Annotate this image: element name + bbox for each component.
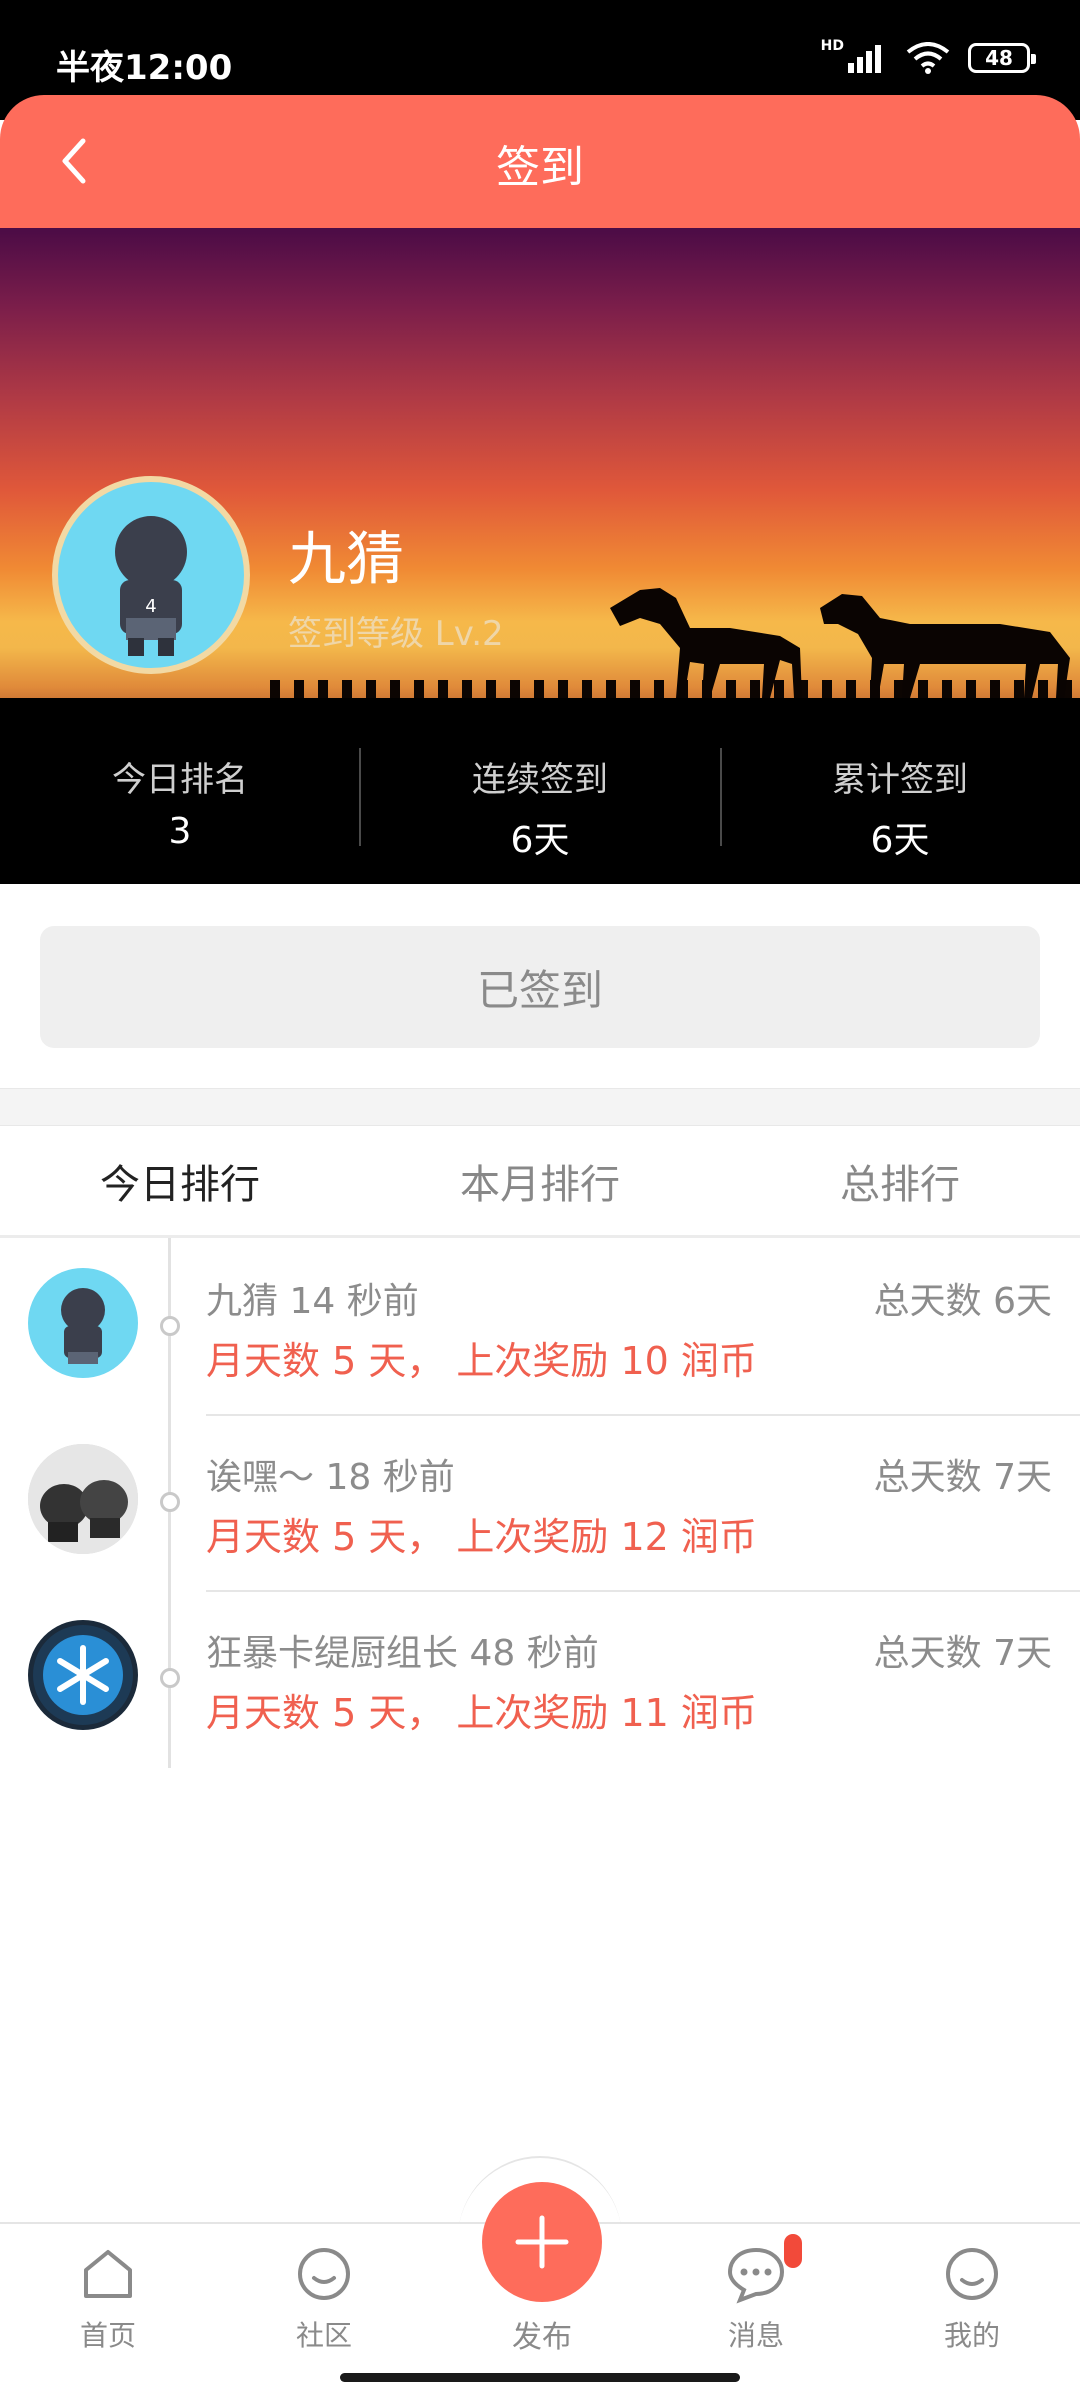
smile-icon [946, 2248, 998, 2300]
checkin-time: 48 秒前 [469, 1633, 599, 1674]
user-name: 九猜 [206, 1281, 279, 1322]
total-days: 总天数 7天 [873, 1457, 1052, 1498]
app-header: 签到 [0, 95, 1080, 228]
nav-label: 消息 [727, 2319, 784, 2352]
avatar[interactable] [28, 1268, 138, 1378]
user-name: 九猜 [288, 525, 405, 593]
stat-divider [359, 748, 361, 846]
svg-text:4: 4 [145, 596, 156, 617]
timeline-dot [160, 1492, 180, 1512]
row-header: 九猜 14 秒前 [206, 1272, 419, 1324]
row-header: 诶嘿～ 18 秒前 [206, 1448, 455, 1500]
user-avatar[interactable]: 4 [52, 476, 250, 674]
timeline-dot [160, 1668, 180, 1688]
boxing-gloves-icon [28, 1444, 138, 1554]
checkin-time: 14 秒前 [289, 1281, 419, 1322]
hd-label: HD [820, 38, 844, 54]
home-indicator[interactable] [340, 2373, 740, 2382]
ranking-tabs: 今日排行 本月排行 总排行 [0, 1126, 1080, 1238]
publish-button[interactable] [482, 2182, 602, 2302]
snowflake-badge-icon [33, 1625, 133, 1725]
status-time: 半夜12:00 [56, 48, 233, 88]
status-icons: HD 48 [821, 38, 1036, 74]
stats-bar: 今日排名 3 连续签到 6天 累计签到 6天 [0, 744, 1080, 884]
avatar[interactable] [28, 1620, 138, 1730]
avatar[interactable] [28, 1444, 138, 1554]
nav-community[interactable]: 社区 [244, 2244, 404, 2354]
list-item[interactable]: 九猜 14 秒前 总天数 6天 月天数 5 天， 上次奖励 10 润币 [0, 1240, 1080, 1416]
stat-divider [720, 748, 722, 846]
stat-value: 3 [168, 811, 192, 852]
stat-today-rank: 今日排名 3 [0, 744, 360, 884]
tab-today-ranking[interactable]: 今日排行 [0, 1126, 360, 1235]
tab-month-ranking[interactable]: 本月排行 [360, 1126, 720, 1235]
reward-detail: 月天数 5 天， 上次奖励 11 润币 [206, 1691, 757, 1735]
horses-silhouette [610, 588, 1070, 698]
tab-total-ranking[interactable]: 总排行 [720, 1126, 1080, 1235]
nav-label: 我的 [943, 2319, 1000, 2352]
reward-detail: 月天数 5 天， 上次奖励 12 润币 [206, 1515, 757, 1559]
nav-label: 首页 [79, 2319, 136, 2352]
reward-detail: 月天数 5 天， 上次奖励 10 润币 [206, 1339, 757, 1383]
stat-label: 今日排名 [112, 760, 248, 800]
chat-bubble-icon [298, 2248, 350, 2300]
timeline-dot [160, 1316, 180, 1336]
stat-label: 累计签到 [832, 760, 968, 800]
stat-consecutive: 连续签到 6天 [360, 744, 720, 884]
plus-icon [515, 2215, 569, 2269]
signal-icon [848, 45, 881, 73]
boy-avatar-icon [61, 1288, 105, 1364]
message-badge [784, 2234, 802, 2268]
total-days: 总天数 6天 [873, 1281, 1052, 1322]
checkin-time: 18 秒前 [325, 1457, 455, 1498]
section-separator [0, 1088, 1080, 1126]
stat-cumulative: 累计签到 6天 [720, 744, 1080, 884]
page-title: 签到 [496, 142, 584, 193]
home-icon [84, 2250, 132, 2298]
stat-value: 6天 [870, 820, 930, 861]
stat-label: 连续签到 [472, 760, 608, 800]
battery-indicator: 48 [968, 43, 1036, 73]
boy-avatar-icon: 4 [115, 516, 187, 656]
list-item[interactable]: 诶嘿～ 18 秒前 总天数 7天 月天数 5 天， 上次奖励 12 润币 [0, 1416, 1080, 1592]
total-days: 总天数 7天 [873, 1633, 1052, 1674]
nav-home[interactable]: 首页 [28, 2244, 188, 2354]
user-name: 诶嘿～ [206, 1457, 315, 1498]
row-header: 狂暴卡缇厨组长 48 秒前 [206, 1624, 599, 1676]
user-level: 签到等级 Lv.2 [288, 614, 504, 654]
list-item[interactable]: 狂暴卡缇厨组长 48 秒前 总天数 7天 月天数 5 天， 上次奖励 11 润币 [0, 1592, 1080, 1768]
publish-label: 发布 [512, 2320, 572, 2355]
nav-messages[interactable]: 消息 [676, 2244, 836, 2354]
nav-label: 社区 [295, 2319, 352, 2352]
user-name: 狂暴卡缇厨组长 [206, 1633, 459, 1674]
stat-value: 6天 [510, 820, 570, 861]
wifi-icon [906, 42, 950, 74]
nav-mine[interactable]: 我的 [892, 2244, 1052, 2354]
checked-in-button[interactable]: 已签到 [40, 926, 1040, 1048]
message-icon [727, 2247, 785, 2304]
